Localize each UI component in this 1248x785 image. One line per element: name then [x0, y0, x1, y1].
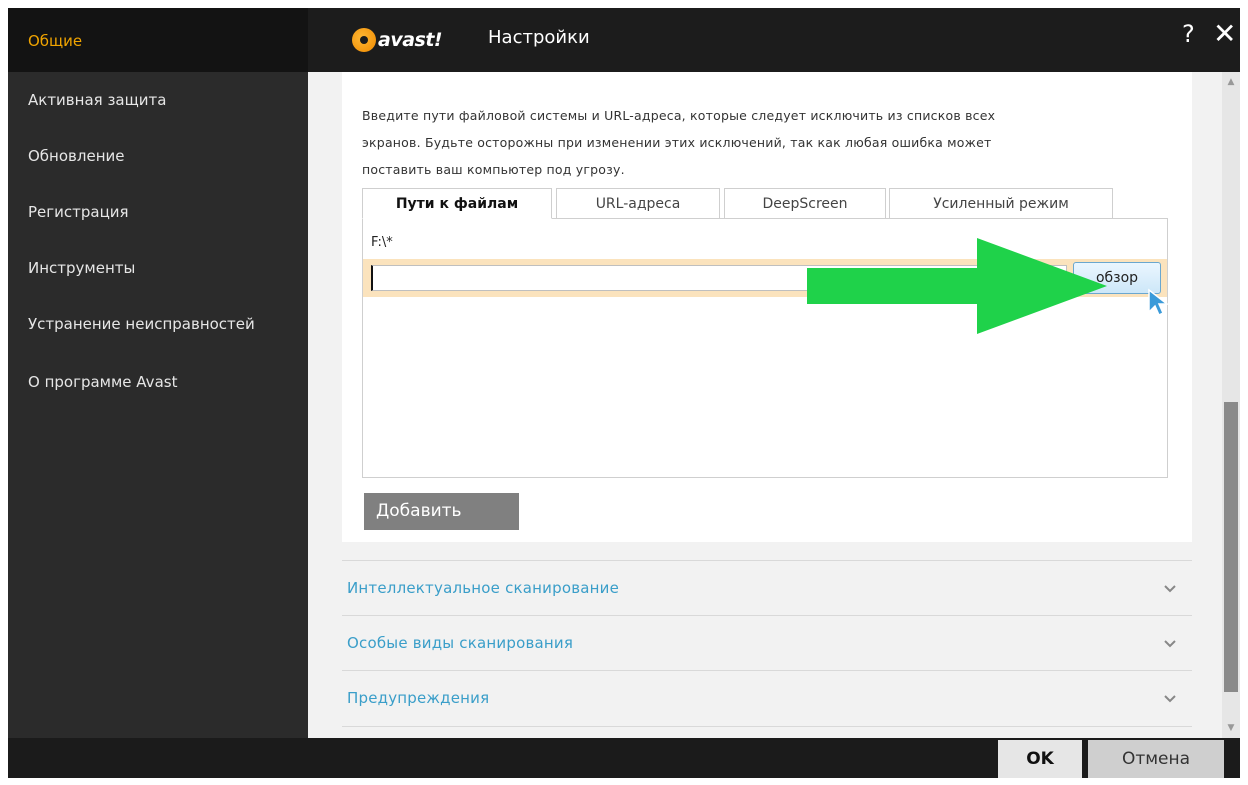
page-title: Настройки: [488, 27, 590, 48]
section-label: Интеллектуальное сканирование: [347, 579, 620, 597]
main-content: Введите пути файловой системы и URL-адре…: [308, 72, 1222, 738]
section-smart-scanning[interactable]: Интеллектуальное сканирование: [342, 560, 1192, 615]
scrollbar[interactable]: ▲ ▼: [1222, 72, 1240, 738]
window-header: avast! Настройки ? ✕: [308, 8, 1240, 72]
settings-window: Общие Активная защита Обновление Регистр…: [8, 8, 1240, 778]
chevron-down-icon: [1164, 585, 1176, 593]
section-alerts[interactable]: Предупреждения: [342, 670, 1192, 725]
sidebar-item-tools[interactable]: Инструменты: [8, 244, 308, 292]
scroll-up-icon[interactable]: ▲: [1222, 74, 1240, 90]
avast-ball-icon: [352, 28, 376, 52]
tab-url-addresses[interactable]: URL-адреса: [556, 188, 720, 218]
annotation-arrow-icon: [807, 238, 1107, 334]
description-line: поставить ваш компьютер под угрозу.: [362, 162, 625, 177]
tab-hardened-mode[interactable]: Усиленный режим: [889, 188, 1113, 218]
brand-name: avast!: [378, 29, 443, 51]
chevron-down-icon: [1164, 695, 1176, 703]
exclusions-description: Введите пути файловой системы и URL-адре…: [362, 102, 1162, 183]
sidebar-item-update[interactable]: Обновление: [8, 132, 308, 180]
scroll-down-icon[interactable]: ▼: [1222, 720, 1240, 736]
sidebar-item-about[interactable]: О программе Avast: [8, 358, 308, 406]
description-line: экранов. Будьте осторожны при изменении …: [362, 135, 992, 150]
path-list-item[interactable]: F:\*: [371, 235, 393, 250]
tab-deepscreen[interactable]: DeepScreen: [724, 188, 886, 218]
sidebar-item-troubleshooting[interactable]: Устранение неисправностей: [8, 300, 308, 348]
avast-logo: avast!: [352, 28, 443, 52]
add-button[interactable]: Добавить: [364, 493, 519, 530]
mouse-cursor-icon: [1148, 288, 1169, 316]
exclusions-panel: Введите пути файловой системы и URL-адре…: [342, 72, 1192, 542]
sidebar-item-general[interactable]: Общие: [8, 8, 308, 72]
sidebar-item-active-protection[interactable]: Активная защита: [8, 76, 308, 124]
section-label: Предупреждения: [347, 689, 490, 707]
dialog-footer: OK Отмена: [308, 738, 1240, 778]
section-special-scans[interactable]: Особые виды сканирования: [342, 615, 1192, 670]
sidebar-item-registration[interactable]: Регистрация: [8, 188, 308, 236]
description-line: Введите пути файловой системы и URL-адре…: [362, 108, 996, 123]
scroll-thumb[interactable]: [1224, 402, 1238, 692]
chevron-down-icon: [1164, 640, 1176, 648]
help-button[interactable]: ?: [1182, 20, 1195, 48]
sidebar: Общие Активная защита Обновление Регистр…: [8, 8, 308, 738]
cancel-button[interactable]: Отмена: [1088, 740, 1224, 778]
tab-file-paths[interactable]: Пути к файлам: [362, 188, 552, 219]
ok-button[interactable]: OK: [998, 740, 1082, 778]
close-button[interactable]: ✕: [1213, 17, 1236, 50]
section-label: Особые виды сканирования: [347, 634, 574, 652]
